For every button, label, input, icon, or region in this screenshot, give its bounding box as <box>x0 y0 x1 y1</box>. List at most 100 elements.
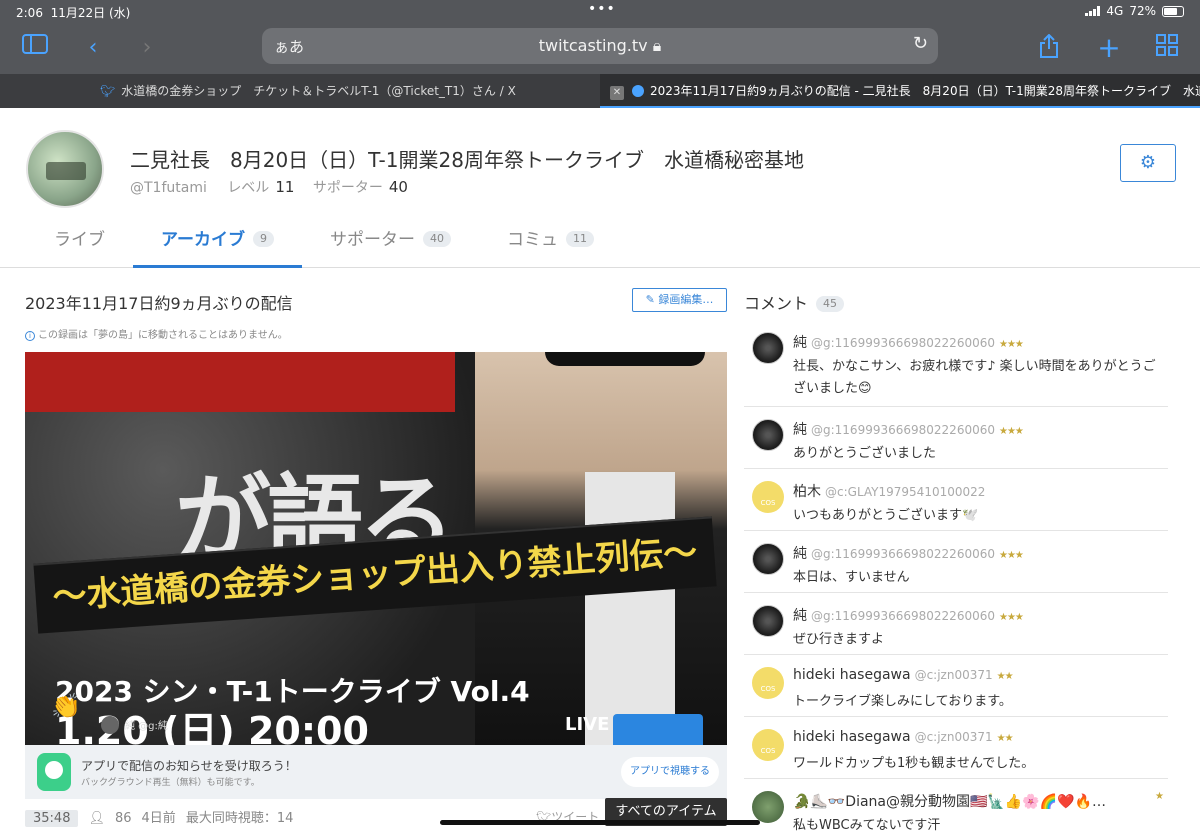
supporter-label: サポーター <box>312 180 383 196</box>
supporter-badge: ★★★ <box>999 426 1024 437</box>
supporter-badge: ★★★ <box>999 339 1024 350</box>
comment-text: ぜひ行きますよ <box>793 632 885 647</box>
url-domain: twitcasting.tv 🔒︎ <box>538 36 662 55</box>
duration-badge: 35:48 <box>25 810 79 827</box>
comment-item: hideki hasegawa@c:jzn00371★★ ワールドカップも1秒も… <box>744 717 1168 779</box>
commenter-id: @g:116999366698022260060 <box>811 609 995 623</box>
info-icon: i <box>25 331 35 341</box>
close-tab-icon[interactable]: ✕ <box>610 86 624 100</box>
commenter-avatar[interactable] <box>752 419 784 451</box>
video-player[interactable]: が語る 〜水道橋の金券ショップ出入り禁止列伝〜 2023 シン・T-1トークライ… <box>25 352 727 745</box>
tab-community-count: 11 <box>565 231 594 247</box>
level-label: レベル <box>227 180 270 196</box>
tab-archive[interactable]: アーカイブ 9 <box>133 222 302 268</box>
posted-ago: 4日前 <box>141 811 176 826</box>
signal-icon <box>1085 6 1101 16</box>
commenter-avatar[interactable] <box>752 332 784 364</box>
commenter-avatar[interactable] <box>752 605 784 637</box>
supporter-value: 40 <box>388 178 408 196</box>
tab-overview-icon[interactable] <box>1152 34 1182 62</box>
settings-button[interactable]: ⚙︎ <box>1120 144 1176 182</box>
commenter-avatar[interactable] <box>752 729 784 761</box>
channel-header: 二見社長 8月20日（日）T-1開業28周年祭トークライブ 水道橋秘密基地 @T… <box>0 110 1200 268</box>
thumbnail-series: 2023 シン・T-1トークライブ Vol.4 <box>55 675 530 708</box>
tab-live[interactable]: ライブ <box>26 222 133 268</box>
commenter-name[interactable]: 純 <box>793 608 807 624</box>
status-time: 2:06 11月22日 (水) <box>16 6 131 20</box>
watch-in-app-button[interactable]: アプリで視聴する <box>621 757 719 787</box>
commenter-name[interactable]: hideki hasegawa <box>793 667 911 683</box>
tab-community[interactable]: コミュ 11 <box>479 222 622 268</box>
thumbnail-blue-badge <box>613 714 703 745</box>
tab-strip: 🐦︎ 水道橋の金券ショップ チケット＆トラベルT-1（@Ticket_T1）さん … <box>0 74 1200 108</box>
battery-percent: 72% <box>1129 4 1156 18</box>
tab-supporters-count: 40 <box>422 231 451 247</box>
address-bar[interactable]: ぁあ twitcasting.tv 🔒︎ ↻ <box>262 28 938 64</box>
comment-item: 純 @g:116999366698022260060 ★★★ ぜひ行きますよ <box>744 593 1168 655</box>
browser-tab-1[interactable]: 🐦︎ 水道橋の金券ショップ チケット＆トラベルT-1（@Ticket_T1）さん … <box>0 74 600 108</box>
channel-handle[interactable]: @T1futami <box>130 180 207 196</box>
commenter-avatar[interactable] <box>752 791 784 823</box>
tab-supporters[interactable]: サポーター 40 <box>302 222 479 268</box>
commenter-avatar[interactable] <box>752 481 784 513</box>
multitask-dots-icon[interactable]: ••• <box>588 1 616 17</box>
twitter-bird-icon: 🐦︎ <box>100 84 116 98</box>
browser-toolbar: ‹ › ぁあ twitcasting.tv 🔒︎ ↻ + <box>0 24 1200 74</box>
gear-icon: ⚙︎ <box>1139 152 1157 173</box>
comment-text: ありがとうございました <box>793 446 937 461</box>
pencil-icon: ✎ <box>645 293 659 306</box>
status-bar: 2:06 11月22日 (水) ••• 4G 72% <box>0 0 1200 24</box>
edit-recording-button[interactable]: ✎ 録画編集… <box>632 288 727 312</box>
comment-item: hideki hasegawa@c:jzn00371★★ トークライブ楽しみにし… <box>744 655 1168 717</box>
reload-icon[interactable]: ↻ <box>913 33 928 54</box>
view-count: 86 <box>114 811 132 826</box>
comment-item: 純 @g:116999366698022260060 ★★★ 社長、かなこサン、お疲… <box>744 320 1168 407</box>
commenter-name[interactable]: 純 <box>793 422 807 438</box>
forward-icon[interactable]: › <box>132 34 162 62</box>
commenter-name[interactable]: 🐊⛸️👓Diana@親分動物園🇺🇸🗽👍🌸🌈❤️🔥… <box>793 794 1106 810</box>
new-tab-icon[interactable]: + <box>1094 34 1124 62</box>
app-promo-subtitle: バックグラウンド再生（無料）も可能です。 <box>81 778 260 788</box>
video-stats: 35:48 👤︎ 86 4日前 最大同時視聴：14 <box>25 807 303 827</box>
comment-text: 私もWBCみてないです汗 <box>793 818 941 833</box>
comment-text: 本日は、すいません <box>793 570 910 585</box>
commenter-name[interactable]: hideki hasegawa <box>793 729 911 745</box>
battery-icon <box>1162 5 1184 17</box>
channel-title: 二見社長 8月20日（日）T-1開業28周年祭トークライブ 水道橋秘密基地 <box>130 148 804 172</box>
commenter-name[interactable]: 純 <box>793 546 807 562</box>
share-icon[interactable] <box>1034 33 1064 62</box>
viewer-overlay: 純 @g:純 <box>101 716 168 734</box>
commenter-name[interactable]: 柏木 <box>793 484 821 500</box>
commenter-id: @c:jzn00371 <box>914 730 993 744</box>
channel-avatar[interactable] <box>26 130 104 208</box>
home-indicator <box>440 820 760 825</box>
comment-text: 社長、かなこサン、お疲れ様です♪ 楽しい時間をありがとうございました😊 <box>793 359 1156 396</box>
browser-tab-2[interactable]: ✕ 2023年11月17日約9ヵ月ぶりの配信 - 二見社長 8月20日（日）T-1… <box>600 74 1200 108</box>
commenter-id: @g:116999366698022260060 <box>811 547 995 561</box>
channel-meta: @T1futami レベル 11 サポーター 40 <box>130 177 422 197</box>
app-promo-bar: アプリで配信のお知らせを受け取ろう！ バックグラウンド再生（無料）も可能です。 … <box>25 745 727 799</box>
supporter-badge: ★★ <box>996 733 1014 744</box>
sidebar-icon[interactable] <box>20 34 50 62</box>
comment-item: 🐊⛸️👓Diana@親分動物園🇺🇸🗽👍🌸🌈❤️🔥… ★ 私もWBCみてないです汗 <box>744 779 1168 833</box>
comment-text: トークライブ楽しみにしております。 <box>793 694 1012 709</box>
max-viewers: 最大同時視聴：14 <box>185 811 294 826</box>
comment-item: 純 @g:116999366698022260060 ★★★ 本日は、すいません <box>744 531 1168 593</box>
video-title: 2023年11月17日約9ヵ月ぶりの配信 <box>25 294 293 313</box>
person-icon: 👤︎ <box>88 811 105 826</box>
supporter-badge: ★★★ <box>999 550 1024 561</box>
network-label: 4G <box>1106 4 1124 18</box>
comment-text: いつもありがとうございます🕊️ <box>793 508 979 523</box>
commenter-id: @g:116999366698022260060 <box>811 336 995 350</box>
commenter-avatar[interactable] <box>752 667 784 699</box>
commenter-name[interactable]: 純 <box>793 335 807 351</box>
archive-notice: i この録画は「夢の島」に移動されることはありません。 <box>25 326 288 341</box>
back-icon[interactable]: ‹ <box>78 34 108 62</box>
commenter-avatar[interactable] <box>752 543 784 575</box>
comments-count: 45 <box>816 296 845 312</box>
comments-header: コメント 45 <box>744 290 845 314</box>
page-content: 二見社長 8月20日（日）T-1開業28周年祭トークライブ 水道橋秘密基地 @T… <box>0 110 1200 833</box>
app-promo-title: アプリで配信のお知らせを受け取ろう！ <box>81 759 297 773</box>
comment-item: 柏木 @c:GLAY19795410100022 いつもありがとうございます🕊️ <box>744 469 1168 531</box>
twitcasting-app-icon <box>37 753 71 791</box>
